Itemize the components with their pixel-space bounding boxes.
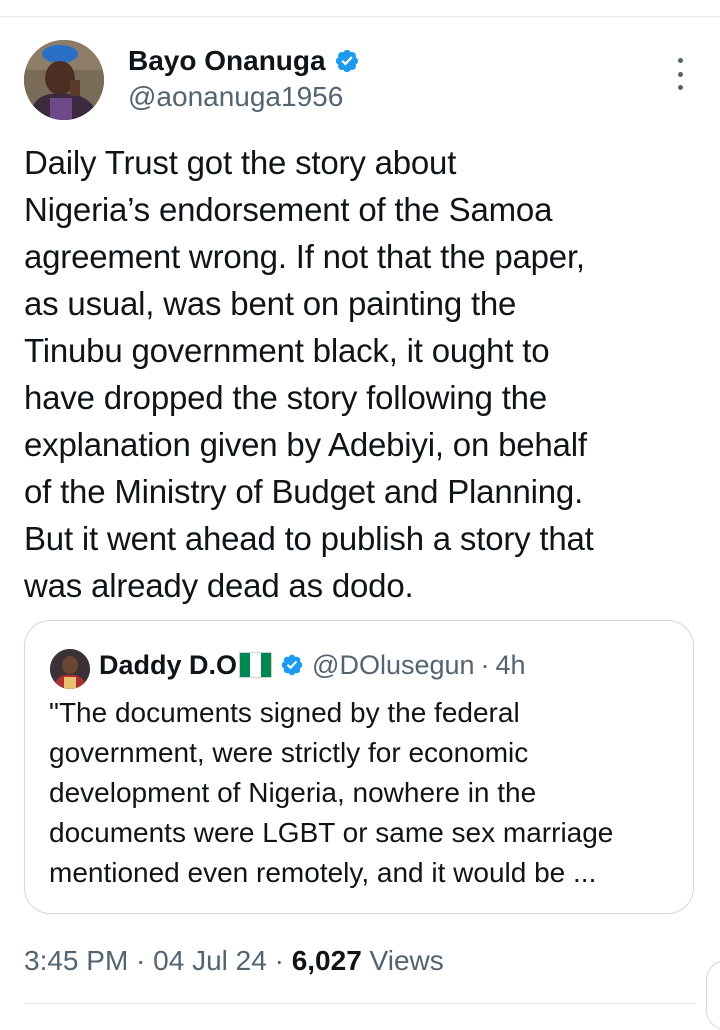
tweet-date[interactable]: 04 Jul 24	[153, 945, 267, 976]
more-options-icon[interactable]	[668, 58, 692, 90]
meta-separator: ·	[266, 945, 292, 976]
quoted-tweet-header: Daddy D.O @DOlusegun · 4h	[99, 647, 526, 683]
quoted-timestamp[interactable]: 4h	[496, 647, 526, 683]
tweet-text-line: have dropped the story following the	[24, 379, 547, 416]
quoted-text-line: documents were LGBT or same sex marriage	[49, 817, 614, 848]
tweet-text-line: Nigeria’s endorsement of the Samoa	[24, 191, 553, 228]
nigeria-flag-icon	[239, 652, 273, 678]
author-name[interactable]: Bayo Onanuga	[128, 44, 360, 78]
quoted-text-line: development of Nigeria, nowhere in the	[49, 777, 537, 808]
tweet-text-line: as usual, was bent on painting the	[24, 285, 517, 322]
tweet-text: Daily Trust got the story about Nigeria’…	[24, 139, 704, 609]
quoted-text-line: "The documents signed by the federal	[49, 697, 520, 728]
tweet-metadata: 3:45 PM · 04 Jul 24 · 6,027 Views	[24, 942, 444, 980]
floating-button-edge[interactable]	[706, 960, 720, 1030]
bottom-divider	[24, 1003, 696, 1004]
quoted-tweet-text: "The documents signed by the federal gov…	[49, 693, 685, 893]
author-name-text: Bayo Onanuga	[128, 45, 326, 76]
quoted-author-handle[interactable]: @DOlusegun	[312, 647, 475, 683]
author-avatar[interactable]	[24, 40, 104, 120]
tweet-time[interactable]: 3:45 PM	[24, 945, 128, 976]
views-count[interactable]: 6,027	[292, 945, 362, 976]
tweet-text-line: agreement wrong. If not that the paper,	[24, 238, 585, 275]
tweet-text-line: was already dead as dodo.	[24, 567, 414, 604]
views-label: Views	[361, 945, 444, 976]
quoted-separator: ·	[480, 650, 490, 680]
avatar-photo-icon	[24, 40, 104, 120]
author-handle[interactable]: @aonanuga1956	[128, 80, 343, 114]
quoted-text-line: government, were strictly for economic	[49, 737, 529, 768]
tweet-text-line: Tinubu government black, it ought to	[24, 332, 550, 369]
quoted-author-name[interactable]: Daddy D.O	[99, 647, 237, 683]
avatar-photo-icon	[50, 649, 90, 689]
quoted-author-avatar[interactable]	[50, 649, 90, 689]
tweet-text-line: Daily Trust got the story about	[24, 144, 457, 181]
verified-badge-icon	[281, 654, 303, 676]
quoted-tweet-card[interactable]: Daddy D.O @DOlusegun · 4h "The documents…	[24, 620, 694, 914]
verified-badge-icon	[335, 49, 358, 73]
tweet-text-line: explanation given by Adebiyi, on behalf	[24, 426, 587, 463]
top-divider	[0, 16, 720, 17]
meta-separator: ·	[128, 945, 154, 976]
quoted-text-line: mentioned even remotely, and it would be…	[49, 857, 597, 888]
tweet-text-line: But it went ahead to publish a story tha…	[24, 520, 594, 557]
tweet-text-line: of the Ministry of Budget and Planning.	[24, 473, 584, 510]
